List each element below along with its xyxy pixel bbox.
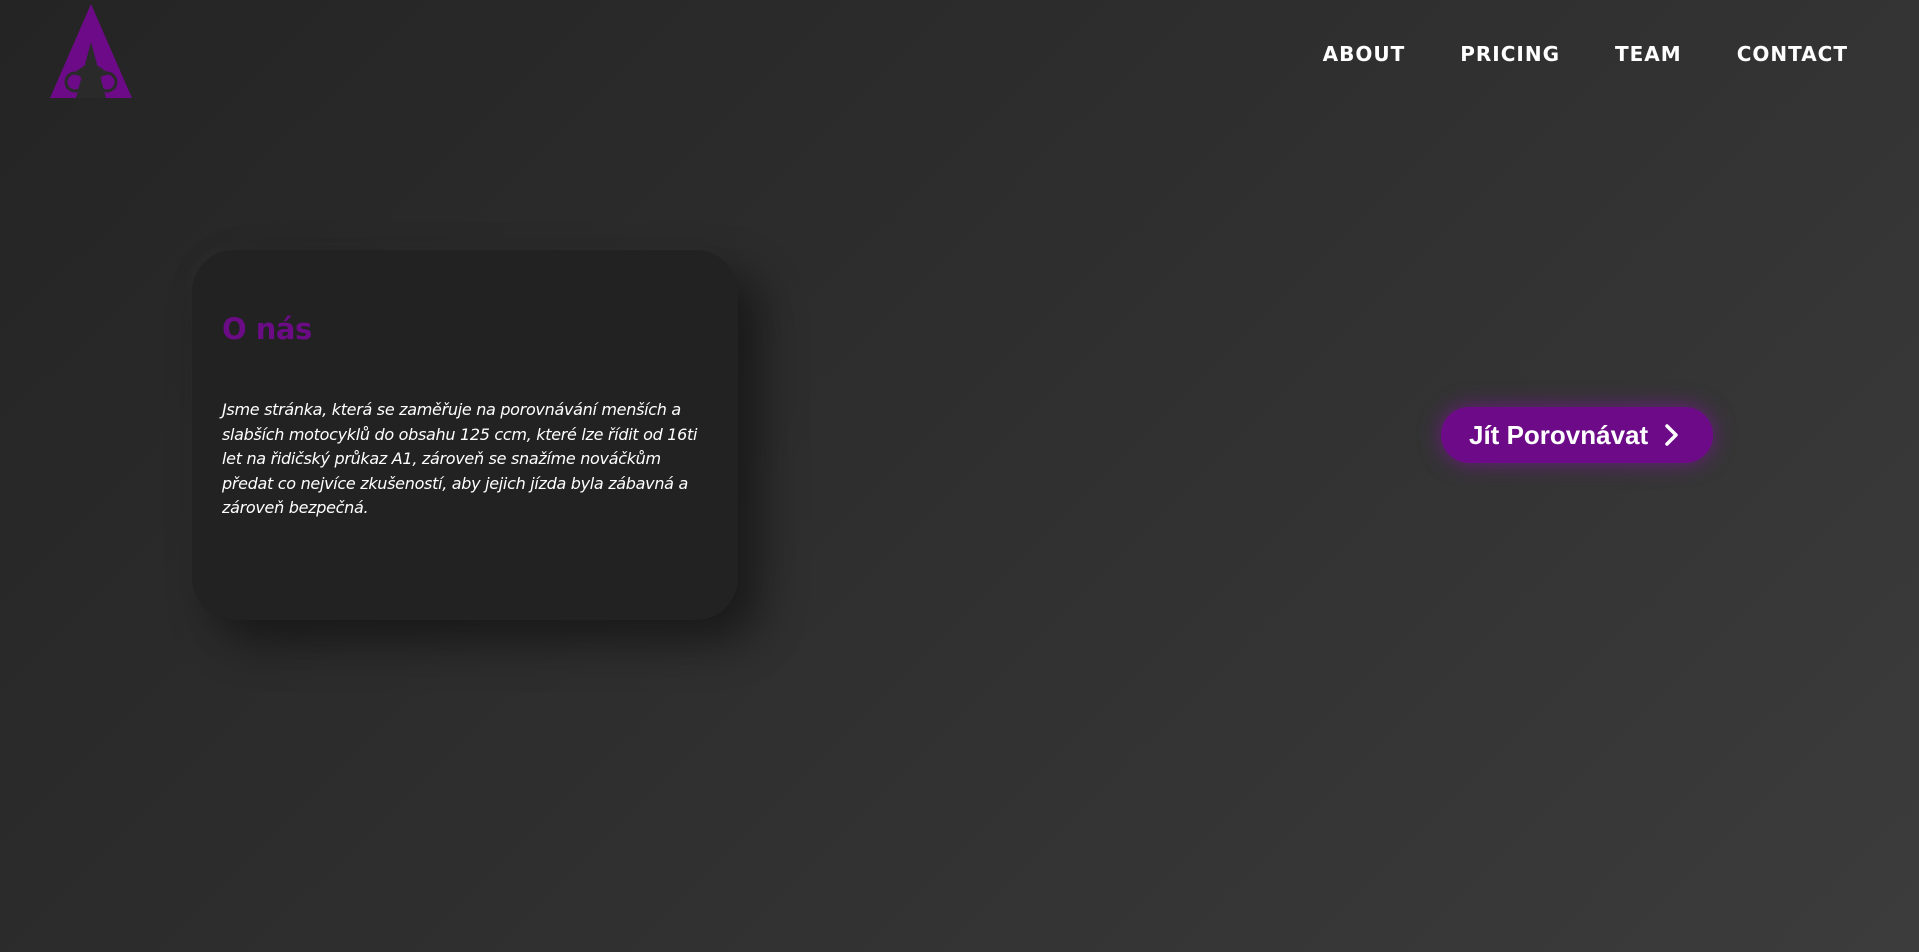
- compare-button[interactable]: Jít Porovnávat: [1441, 407, 1713, 463]
- about-title: O nás: [222, 312, 312, 346]
- about-text: Jsme stránka, která se zaměřuje na porov…: [222, 400, 698, 517]
- nav-pricing[interactable]: PRICING: [1460, 42, 1560, 66]
- nav-contact[interactable]: CONTACT: [1737, 42, 1848, 66]
- about-card: O nás Jsme stránka, která se zaměřuje na…: [192, 250, 738, 620]
- logo[interactable]: [50, 4, 132, 98]
- chevron-right-icon: [1665, 424, 1678, 446]
- compare-button-label: Jít Porovnávat: [1469, 419, 1649, 450]
- main-nav: ABOUT PRICING TEAM CONTACT: [1323, 42, 1848, 66]
- nav-about[interactable]: ABOUT: [1323, 42, 1406, 66]
- motorcycle-triangle-logo-icon: [50, 4, 132, 98]
- nav-team[interactable]: TEAM: [1615, 42, 1682, 66]
